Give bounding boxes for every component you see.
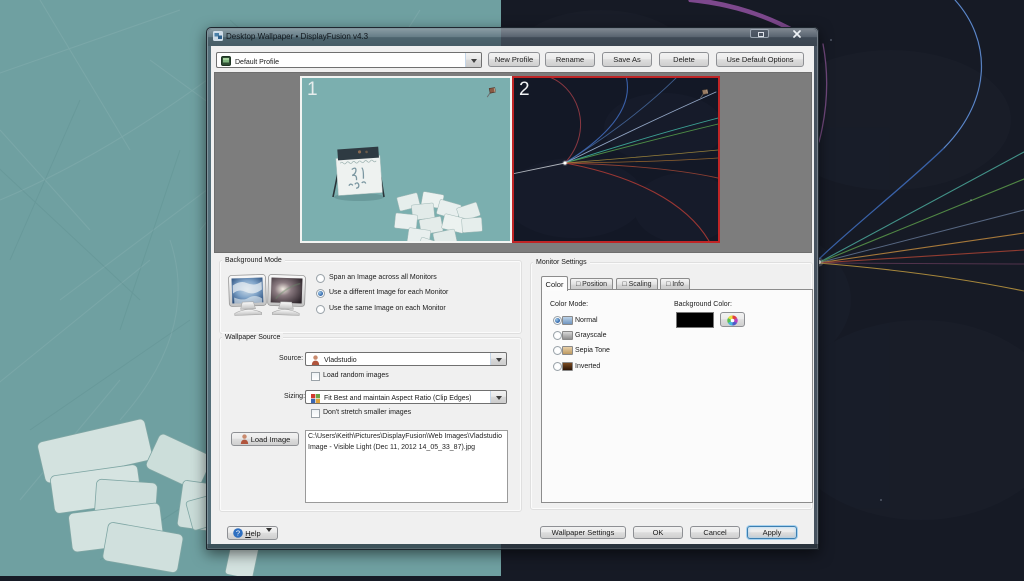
svg-text:?: ? <box>236 529 240 538</box>
